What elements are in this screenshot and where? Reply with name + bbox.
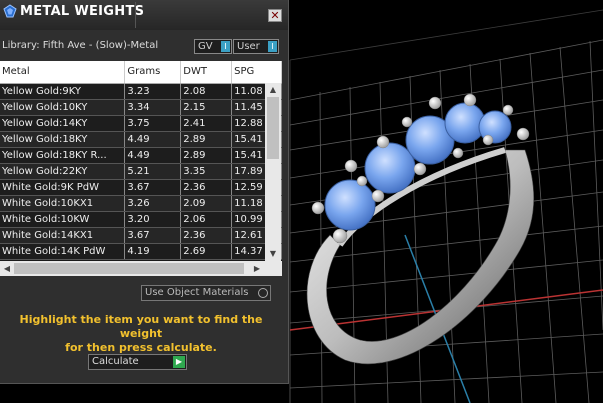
panel-title-bar[interactable]: METAL WEIGHTS ✕ [0, 0, 288, 30]
cell-grams: 3.20 [124, 211, 182, 228]
cell-grams: 4.19 [124, 243, 182, 260]
cell-grams: 4.49 [124, 147, 182, 164]
panel-title: METAL WEIGHTS [20, 4, 145, 19]
cell-dwt: 2.15 [180, 99, 233, 116]
use-object-materials-radio[interactable] [258, 288, 268, 298]
cell-dwt: 2.09 [180, 195, 233, 212]
table-row[interactable]: White Gold:10KX1 3.26 2.09 11.18 [0, 195, 282, 212]
cell-dwt: 2.06 [180, 211, 233, 228]
table-vertical-scrollbar[interactable]: ▲ ▼ [265, 83, 281, 261]
instructions-text: Highlight the item you want to find the … [0, 313, 282, 355]
cell-metal: White Gold:14K PdW [0, 243, 126, 260]
user-toggle-label: User [237, 41, 260, 52]
table-header-row: Metal Grams DWT SPG [0, 61, 282, 84]
title-divider [135, 2, 136, 28]
column-header-dwt[interactable]: DWT [180, 61, 233, 84]
user-toggle-knob: I [268, 41, 277, 52]
gv-toggle-knob: I [221, 41, 230, 52]
cell-metal: Yellow Gold:22KY [0, 163, 126, 180]
cell-metal: White Gold:14KX1 [0, 227, 126, 244]
instructions-line-1: Highlight the item you want to find the … [19, 313, 263, 340]
cell-metal: White Gold:10KX1 [0, 195, 126, 212]
cell-dwt: 2.89 [180, 147, 233, 164]
cell-grams: 5.21 [124, 163, 182, 180]
table-row[interactable]: White Gold:9K PdW 3.67 2.36 12.59 [0, 179, 282, 196]
cell-metal: White Gold:10KW [0, 211, 126, 228]
metal-table: Metal Grams DWT SPG Yellow Gold:9KY 3.23 2… [0, 61, 282, 260]
cell-dwt: 2.36 [180, 179, 233, 196]
cell-dwt: 2.08 [180, 83, 233, 100]
user-toggle[interactable]: User I [233, 39, 279, 54]
table-row[interactable]: Yellow Gold:18KY R... 4.49 2.89 15.41 [0, 147, 282, 164]
table-row[interactable]: White Gold:14K PdW 4.19 2.69 14.37 [0, 243, 282, 260]
cell-metal: Yellow Gold:18KY R... [0, 147, 126, 164]
column-header-spg[interactable]: SPG [231, 61, 282, 84]
cell-metal: White Gold:9K PdW [0, 179, 126, 196]
cell-grams: 3.23 [124, 83, 182, 100]
table-row[interactable]: White Gold:10KW 3.20 2.06 10.99 [0, 211, 282, 228]
metal-weights-panel: METAL WEIGHTS ✕ Library: Fifth Ave - (Sl… [0, 0, 289, 384]
horizontal-scroll-thumb[interactable] [14, 263, 244, 274]
calculate-field[interactable]: Calculate ▶ [88, 354, 187, 370]
cell-grams: 3.26 [124, 195, 182, 212]
cell-grams: 3.67 [124, 179, 182, 196]
app-logo-icon [3, 4, 17, 18]
table-horizontal-scrollbar[interactable]: ◀ ▶ [0, 261, 282, 276]
column-header-grams[interactable]: Grams [124, 61, 182, 84]
cell-grams: 3.75 [124, 115, 182, 132]
cell-dwt: 2.41 [180, 115, 233, 132]
vertical-scroll-thumb[interactable] [267, 97, 279, 159]
cell-grams: 3.34 [124, 99, 182, 116]
use-object-materials-label: Use Object Materials [145, 287, 249, 298]
cell-dwt: 3.35 [180, 163, 233, 180]
cell-dwt: 2.69 [180, 243, 233, 260]
table-row[interactable]: Yellow Gold:10KY 3.34 2.15 11.45 [0, 99, 282, 116]
table-row[interactable]: Yellow Gold:9KY 3.23 2.08 11.08 [0, 83, 282, 100]
scroll-right-icon[interactable]: ▶ [250, 261, 264, 276]
cell-metal: Yellow Gold:9KY [0, 83, 126, 100]
metal-table-container: Metal Grams DWT SPG Yellow Gold:9KY 3.23 2… [0, 61, 282, 261]
calculate-label: Calculate [92, 356, 139, 367]
close-button[interactable]: ✕ [268, 9, 282, 22]
table-row[interactable]: Yellow Gold:18KY 4.49 2.89 15.41 [0, 131, 282, 148]
cell-dwt: 2.89 [180, 131, 233, 148]
cell-grams: 3.67 [124, 227, 182, 244]
gv-toggle[interactable]: GV I [194, 39, 232, 54]
cell-grams: 4.49 [124, 131, 182, 148]
cell-metal: Yellow Gold:14KY [0, 115, 126, 132]
scroll-up-icon[interactable]: ▲ [265, 83, 281, 97]
scroll-left-icon[interactable]: ◀ [0, 261, 14, 276]
table-row[interactable]: White Gold:14KX1 3.67 2.36 12.61 [0, 227, 282, 244]
instructions-line-2: for then press calculate. [65, 341, 217, 354]
library-label: Library: Fifth Ave - (Slow)-Metal [2, 40, 159, 51]
calculate-button[interactable]: ▶ [173, 356, 185, 368]
scroll-down-icon[interactable]: ▼ [265, 247, 281, 261]
cell-metal: Yellow Gold:18KY [0, 131, 126, 148]
gv-toggle-label: GV [198, 41, 213, 52]
cell-metal: Yellow Gold:10KY [0, 99, 126, 116]
column-header-metal[interactable]: Metal [0, 61, 126, 84]
table-row[interactable]: Yellow Gold:14KY 3.75 2.41 12.88 [0, 115, 282, 132]
table-row[interactable]: Yellow Gold:22KY 5.21 3.35 17.89 [0, 163, 282, 180]
use-object-materials-option[interactable]: Use Object Materials [141, 285, 271, 301]
cell-dwt: 2.36 [180, 227, 233, 244]
